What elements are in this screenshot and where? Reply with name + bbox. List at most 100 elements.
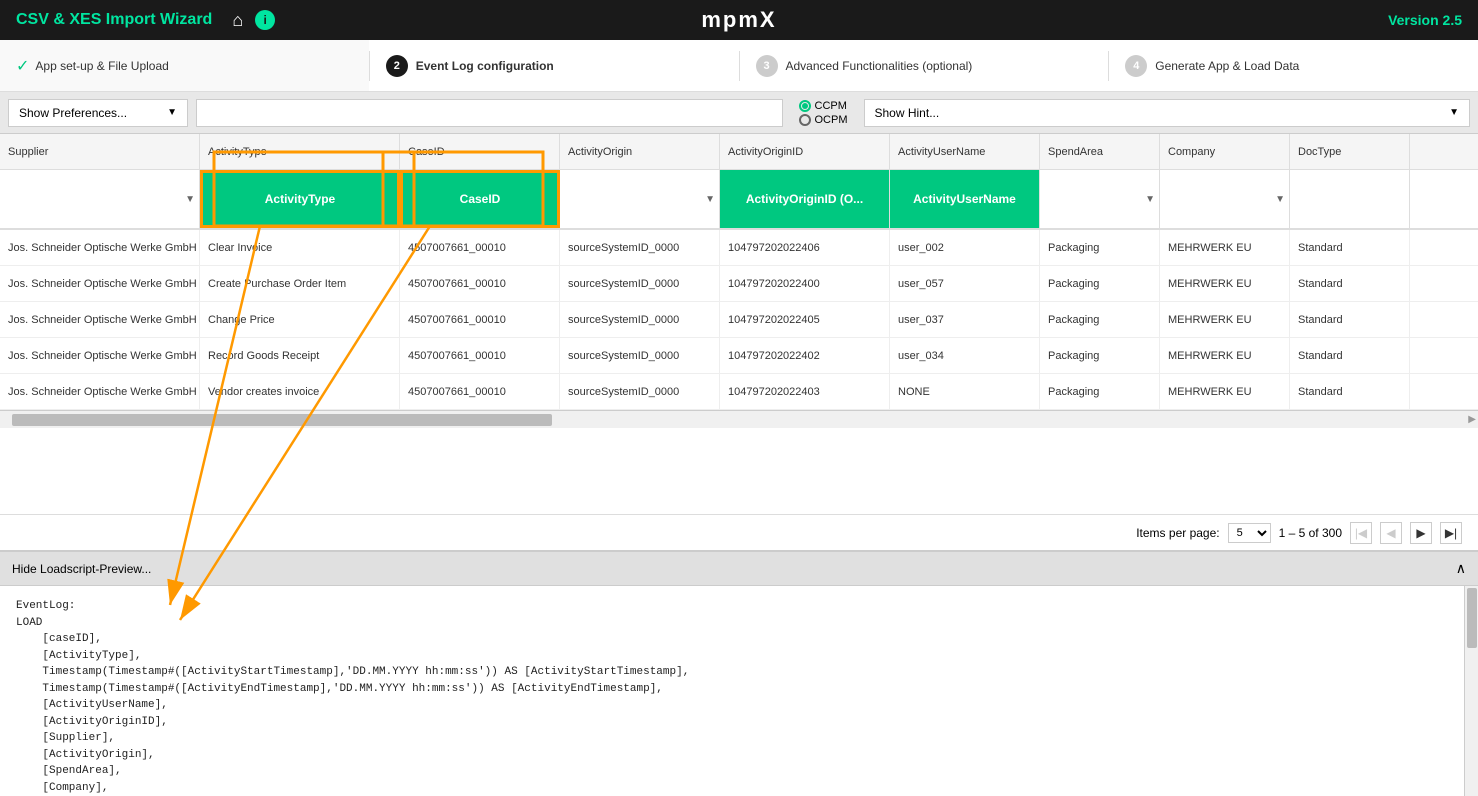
home-icon[interactable]: ⌂ [232,10,243,31]
step-3[interactable]: 3 Advanced Functionalities (optional) [740,40,1109,91]
column-mapping-row: ▼ ActivityType CaseID ▼ ActivityOriginID… [0,170,1478,230]
map-supplier[interactable]: ▼ [0,170,200,228]
cell-caseid: 4507007661_00010 [400,230,560,265]
vertical-scrollbar[interactable] [1464,586,1478,796]
horizontal-scrollbar[interactable]: ▶ [0,410,1478,428]
map-activityoriginid: ActivityOriginID (O... [720,170,890,228]
app-title: CSV & XES Import Wizard [16,11,212,29]
first-page-button[interactable]: |◀ [1350,522,1372,544]
cell-username: user_002 [890,230,1040,265]
ccpm-radio-row[interactable]: CCPM [799,100,848,112]
collapse-icon: ∧ [1456,560,1466,577]
table-row: Jos. Schneider Optische Werke GmbH Chang… [0,302,1478,338]
cell-caseid: 4507007661_00010 [400,338,560,373]
pagination: Items per page: 5 10 25 1 – 5 of 300 |◀ … [0,514,1478,550]
cell-username: user_034 [890,338,1040,373]
map-activitytype: ActivityType [200,170,400,228]
logo: mpmX [701,7,776,33]
loadscript-content: EventLog: LOAD [caseID], [ActivityType],… [0,586,1478,796]
cell-supplier: Jos. Schneider Optische Werke GmbH [0,230,200,265]
cell-activity: Vendor creates invoice [200,374,400,409]
ocpm-radio-row[interactable]: OCPM [799,114,848,126]
step-1-check: ✓ [16,56,29,76]
cell-caseid: 4507007661_00010 [400,266,560,301]
items-per-page-select[interactable]: 5 10 25 [1228,523,1271,543]
items-per-page-label: Items per page: [1136,526,1219,540]
next-page-button[interactable]: ▶ [1410,522,1432,544]
activityorigin-dropdown[interactable] [560,170,719,228]
show-preferences-button[interactable]: Show Preferences... ▼ [8,99,188,127]
prefs-area [196,99,783,127]
step-2[interactable]: 2 Event Log configuration [370,40,739,91]
activityorigin-chevron-icon: ▼ [705,194,715,205]
cell-spendarea: Packaging [1040,374,1160,409]
stepper: ✓ App set-up & File Upload 2 Event Log c… [0,40,1478,92]
prev-page-button[interactable]: ◀ [1380,522,1402,544]
cell-company: MEHRWERK EU [1160,266,1290,301]
data-table: Supplier ActivityType CaseID ActivityOri… [0,134,1478,514]
cell-spendarea: Packaging [1040,266,1160,301]
header: CSV & XES Import Wizard ⌂ i mpmX Version… [0,0,1478,40]
cell-origin: sourceSystemID_0000 [560,374,720,409]
company-dropdown[interactable] [1160,170,1289,228]
loadscript-code: EventLog: LOAD [caseID], [ActivityType],… [16,598,1462,796]
spendarea-dropdown[interactable] [1040,170,1159,228]
col-header-supplier: Supplier [0,134,200,169]
cell-spendarea: Packaging [1040,338,1160,373]
h-scroll-thumb[interactable] [12,414,552,426]
cell-activity: Change Price [200,302,400,337]
company-chevron-icon: ▼ [1275,194,1285,205]
col-header-activityoriginid: ActivityOriginID [720,134,890,169]
table-row: Jos. Schneider Optische Werke GmbH Clear… [0,230,1478,266]
show-prefs-label: Show Preferences... [19,106,127,120]
loadscript-header[interactable]: Hide Loadscript-Preview... ∧ [0,550,1478,586]
cell-supplier: Jos. Schneider Optische Werke GmbH [0,266,200,301]
col-header-spendarea: SpendArea [1040,134,1160,169]
cell-originid: 104797202022402 [720,338,890,373]
activitytype-mapped: ActivityType [203,173,397,225]
col-header-doctype: DocType [1290,134,1410,169]
step-2-label: Event Log configuration [416,59,554,73]
col-header-activityusername: ActivityUserName [890,134,1040,169]
map-company[interactable]: ▼ [1160,170,1290,228]
logo-text: mpmX [701,7,776,32]
cell-caseid: 4507007661_00010 [400,374,560,409]
cell-activity: Clear Invoice [200,230,400,265]
activityusername-mapped: ActivityUserName [890,170,1039,228]
cell-caseid: 4507007661_00010 [400,302,560,337]
ccpm-radio[interactable] [799,100,811,112]
toolbar: Show Preferences... ▼ CCPM OCPM Show Hin… [0,92,1478,134]
cell-activity: Record Goods Receipt [200,338,400,373]
cell-activity: Create Purchase Order Item [200,266,400,301]
ccpm-label: CCPM [815,100,847,112]
step-4-label: Generate App & Load Data [1155,59,1299,73]
cell-username: NONE [890,374,1040,409]
step-1[interactable]: ✓ App set-up & File Upload [0,40,369,91]
last-page-button[interactable]: ▶| [1440,522,1462,544]
ocpm-radio[interactable] [799,114,811,126]
version: Version 2.5 [1388,12,1462,28]
show-hint-button[interactable]: Show Hint... ▼ [864,99,1471,127]
caseid-mapped: CaseID [403,173,557,225]
data-rows: Jos. Schneider Optische Werke GmbH Clear… [0,230,1478,410]
activityoriginid-mapped: ActivityOriginID (O... [720,170,889,228]
radio-group: CCPM OCPM [791,100,856,126]
cell-doctype: Standard [1290,302,1410,337]
step-1-label: App set-up & File Upload [35,59,168,73]
map-caseid: CaseID [400,170,560,228]
spendarea-chevron-icon: ▼ [1145,194,1155,205]
step-4[interactable]: 4 Generate App & Load Data [1109,40,1478,91]
map-doctype [1290,170,1410,228]
v-scroll-thumb[interactable] [1467,588,1477,648]
cell-doctype: Standard [1290,230,1410,265]
map-activityorigin[interactable]: ▼ [560,170,720,228]
cell-origin: sourceSystemID_0000 [560,266,720,301]
map-spendarea[interactable]: ▼ [1040,170,1160,228]
cell-doctype: Standard [1290,266,1410,301]
info-icon[interactable]: i [255,10,275,30]
cell-doctype: Standard [1290,374,1410,409]
step-3-num: 3 [756,55,778,77]
show-hint-label: Show Hint... [875,106,940,120]
supplier-dropdown[interactable] [0,170,199,228]
column-headers: Supplier ActivityType CaseID ActivityOri… [0,134,1478,170]
